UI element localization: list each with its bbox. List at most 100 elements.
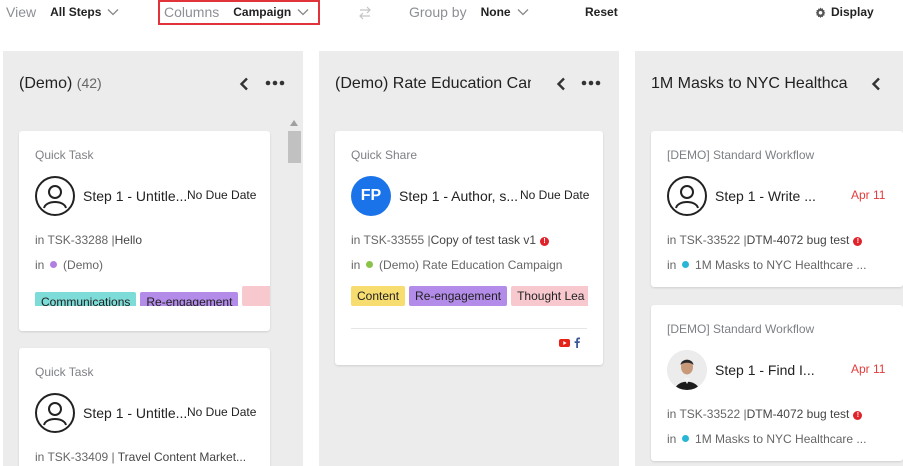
view-selector[interactable]: View All Steps: [6, 4, 119, 20]
tag-list: Content Re-engagement Thought Lea: [351, 286, 588, 306]
campaign-line: in 1M Masks to NYC Healthcare ...: [667, 258, 903, 272]
step-title[interactable]: Step 1 - Untitle...: [83, 188, 187, 204]
column-count: (42): [76, 75, 102, 91]
step-title[interactable]: Step 1 - Author, s...: [399, 188, 518, 204]
campaign-dot: [365, 261, 373, 268]
avatar: [667, 176, 707, 216]
in-label: in: [667, 258, 677, 272]
task-card[interactable]: Quick Task Step 1 - Untitle... No Due Da…: [19, 131, 270, 331]
step-title[interactable]: Step 1 - Write ...: [715, 188, 819, 204]
campaign-name[interactable]: (Demo): [63, 258, 103, 272]
view-label: View: [6, 4, 37, 20]
chevron-left-icon[interactable]: [239, 77, 249, 91]
campaign-name[interactable]: 1M Masks to NYC Healthcare ...: [695, 258, 866, 272]
task-card[interactable]: Quick Task Step 1 - Untitle... No Due Da…: [19, 348, 270, 466]
column-title-text: (Demo): [19, 75, 73, 92]
in-label: in: [667, 407, 677, 421]
step-title[interactable]: Step 1 - Untitle...: [83, 405, 187, 421]
card-type: Quick Task: [35, 365, 94, 379]
columns-selector[interactable]: Columns Campaign: [164, 4, 309, 20]
tag[interactable]: Re-engagement: [409, 286, 508, 306]
gear-icon: [815, 7, 826, 18]
facebook-icon: [574, 337, 580, 348]
task-line: in TSK-33288 |Hello: [35, 233, 260, 247]
card-type: Quick Task: [35, 148, 94, 162]
task-name[interactable]: DTM-4072 bug test: [747, 233, 850, 247]
chevron-down-icon: [107, 9, 119, 16]
task-line: in TSK-33555 |Copy of test task v1!: [351, 233, 591, 247]
task-id[interactable]: TSK-33288: [47, 233, 108, 247]
in-label: in: [351, 233, 361, 247]
column-header: 1M Masks to NYC Healthca: [635, 51, 903, 115]
column-header: (Demo) (42): [3, 51, 303, 115]
groupby-selector[interactable]: Group by None: [409, 4, 529, 20]
scroll-up-icon[interactable]: [290, 120, 298, 126]
task-name[interactable]: Travel Content Market...: [118, 450, 246, 464]
task-id[interactable]: TSK-33555: [363, 233, 424, 247]
due-date: No Due Date: [187, 188, 257, 202]
chevron-left-icon[interactable]: [556, 77, 566, 91]
scrollbar[interactable]: [287, 115, 301, 466]
scrollbar-thumb[interactable]: [288, 131, 301, 163]
step-title[interactable]: Step 1 - Find I...: [715, 362, 819, 378]
user-icon: [43, 402, 67, 426]
alert-icon: !: [853, 411, 863, 420]
task-card[interactable]: [DEMO] Standard Workflow Step 1 - Write …: [651, 131, 903, 287]
campaign-name[interactable]: (Demo) Rate Education Campaign: [379, 258, 562, 272]
task-id[interactable]: TSK-33522: [679, 407, 740, 421]
task-card[interactable]: [DEMO] Standard Workflow Step 1 - Find I…: [651, 305, 903, 461]
chevron-down-icon: [297, 9, 309, 16]
tag[interactable]: Content: [351, 286, 406, 306]
task-card[interactable]: Quick Share FP Step 1 - Author, s... No …: [335, 131, 603, 365]
due-date: Apr 11: [851, 362, 886, 376]
in-label: in: [667, 233, 677, 247]
social-channels: [559, 337, 580, 348]
chevron-left-icon[interactable]: [871, 77, 881, 91]
due-date: Apr 11: [851, 188, 886, 202]
chevron-down-icon: [517, 9, 529, 16]
due-date: No Due Date: [520, 188, 590, 202]
avatar: [35, 176, 75, 216]
more-options-icon[interactable]: [581, 80, 601, 86]
tag[interactable]: [242, 286, 270, 306]
column-title: 1M Masks to NYC Healthca: [651, 75, 848, 92]
display-button[interactable]: Display: [815, 5, 874, 19]
task-line: in TSK-33522 |DTM-4072 bug test!: [667, 233, 903, 247]
alert-icon: !: [540, 237, 550, 246]
in-label: in: [35, 450, 45, 464]
campaign-name[interactable]: 1M Masks to NYC Healthcare ...: [695, 432, 866, 446]
tag[interactable]: Re-engagement: [140, 292, 239, 306]
column-header: (Demo) Rate Education Can: [319, 51, 619, 115]
tag[interactable]: Thought Lea: [511, 286, 588, 306]
more-options-icon[interactable]: [265, 80, 285, 86]
due-date: No Due Date: [187, 405, 257, 419]
user-icon: [43, 185, 67, 209]
task-id[interactable]: TSK-33522: [679, 233, 740, 247]
campaign-dot: [681, 261, 689, 268]
tag-list: Communications Re-engagement: [35, 286, 270, 306]
groupby-value: None: [480, 5, 511, 19]
in-label: in: [667, 432, 677, 446]
columns-label: Columns: [164, 4, 220, 20]
campaign-line: in (Demo) Rate Education Campaign: [351, 258, 591, 272]
task-name[interactable]: Copy of test task v1: [431, 233, 536, 247]
campaign-dot: [681, 435, 689, 442]
in-label: in: [351, 258, 361, 272]
task-name[interactable]: DTM-4072 bug test: [747, 407, 850, 421]
card-type: [DEMO] Standard Workflow: [667, 322, 815, 336]
tag[interactable]: Communications: [35, 292, 137, 306]
card-type: [DEMO] Standard Workflow: [667, 148, 815, 162]
column-title: (Demo) (42): [19, 75, 239, 93]
task-id[interactable]: TSK-33409: [47, 450, 108, 464]
task-name[interactable]: Hello: [115, 233, 142, 247]
user-photo-icon: [667, 350, 707, 390]
reset-button[interactable]: Reset: [585, 5, 618, 19]
in-label: in: [35, 258, 45, 272]
column-title: (Demo) Rate Education Can: [335, 75, 531, 92]
in-label: in: [35, 233, 45, 247]
card-type: Quick Share: [351, 148, 418, 162]
youtube-icon: [559, 338, 570, 347]
toolbar: View All Steps Columns Campaign Group by…: [0, 0, 903, 28]
task-line: in TSK-33522 |DTM-4072 bug test!: [667, 407, 903, 421]
swap-icon[interactable]: [357, 5, 373, 21]
